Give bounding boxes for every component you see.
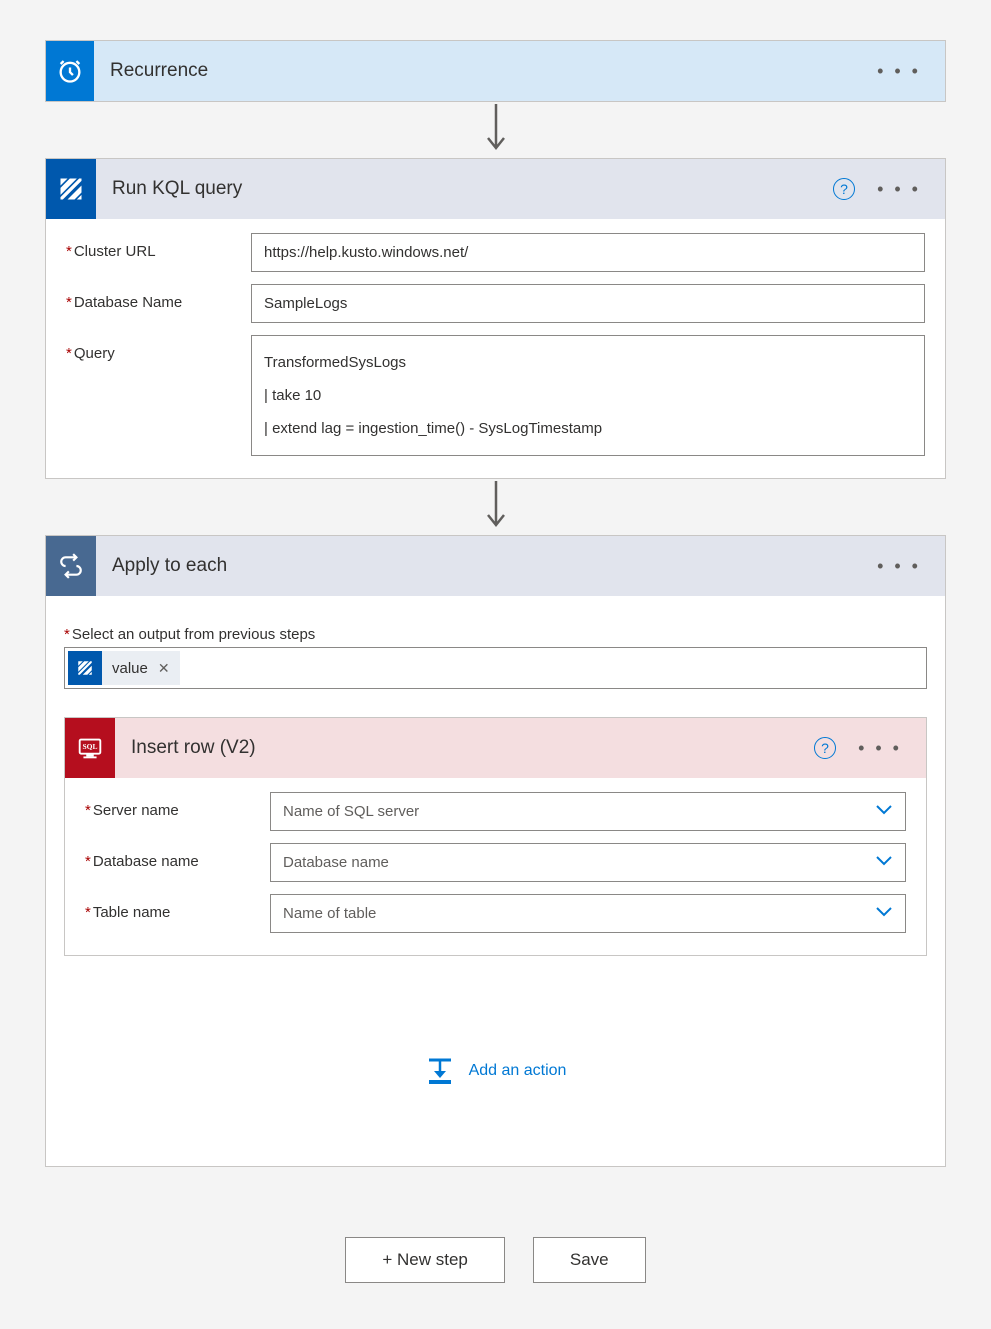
connector-arrow: [45, 102, 946, 158]
kql-database-input[interactable]: [251, 284, 925, 323]
token-label: value: [102, 660, 158, 677]
server-name-select[interactable]: Name of SQL server: [270, 792, 906, 831]
insert-row-title: Insert row (V2): [131, 737, 814, 759]
loop-icon: [46, 536, 96, 596]
sql-database-label: *Database name: [85, 843, 270, 870]
sql-database-select[interactable]: Database name: [270, 843, 906, 882]
insert-row-header[interactable]: SQL Insert row (V2) ? • • •: [65, 718, 926, 778]
insert-row-body: *Server name Name of SQL server *Databas…: [65, 778, 926, 955]
chevron-down-icon: [875, 854, 893, 871]
chevron-down-icon: [875, 905, 893, 922]
kql-database-label: *Database Name: [66, 284, 251, 311]
more-icon[interactable]: • • •: [873, 57, 925, 86]
foreach-output-label: *Select an output from previous steps: [64, 626, 927, 643]
add-action-label: Add an action: [469, 1062, 567, 1080]
add-action-icon: [425, 1056, 455, 1086]
more-icon[interactable]: • • •: [873, 552, 925, 581]
value-token: value ✕: [68, 651, 180, 685]
cluster-url-label: *Cluster URL: [66, 233, 251, 260]
table-name-select[interactable]: Name of table: [270, 894, 906, 933]
bottom-toolbar: + New step Save: [45, 1167, 946, 1283]
kql-body: *Cluster URL *Database Name *Query Trans…: [46, 219, 945, 478]
clock-icon: [46, 41, 94, 101]
help-icon[interactable]: ?: [833, 178, 855, 200]
recurrence-card: Recurrence • • •: [45, 40, 946, 102]
cluster-url-input[interactable]: [251, 233, 925, 272]
kql-card: Run KQL query ? • • • *Cluster URL *Data…: [45, 158, 946, 479]
kusto-icon: [46, 159, 96, 219]
foreach-card: Apply to each • • • *Select an output fr…: [45, 535, 946, 1167]
query-label: *Query: [66, 335, 251, 362]
new-step-button[interactable]: + New step: [345, 1237, 505, 1283]
server-name-label: *Server name: [85, 792, 270, 819]
kql-header[interactable]: Run KQL query ? • • •: [46, 159, 945, 219]
chevron-down-icon: [875, 803, 893, 820]
recurrence-title: Recurrence: [110, 60, 873, 82]
help-icon[interactable]: ?: [814, 737, 836, 759]
foreach-title: Apply to each: [112, 555, 873, 577]
table-name-label: *Table name: [85, 894, 270, 921]
foreach-header[interactable]: Apply to each • • •: [46, 536, 945, 596]
remove-token-icon[interactable]: ✕: [158, 660, 180, 677]
more-icon[interactable]: • • •: [854, 734, 906, 763]
sql-icon: SQL: [65, 718, 115, 778]
save-button[interactable]: Save: [533, 1237, 646, 1283]
add-action-button[interactable]: Add an action: [64, 956, 927, 1146]
svg-text:SQL: SQL: [82, 742, 97, 751]
more-icon[interactable]: • • •: [873, 175, 925, 204]
foreach-body: *Select an output from previous steps va…: [46, 596, 945, 1166]
query-input[interactable]: TransformedSysLogs | take 10 | extend la…: [251, 335, 925, 456]
insert-row-card: SQL Insert row (V2) ? • • • *Server name…: [64, 717, 927, 956]
kql-title: Run KQL query: [112, 178, 833, 200]
connector-arrow: [45, 479, 946, 535]
foreach-output-input[interactable]: value ✕: [64, 647, 927, 689]
kusto-icon: [68, 651, 102, 685]
recurrence-header[interactable]: Recurrence • • •: [46, 41, 945, 101]
